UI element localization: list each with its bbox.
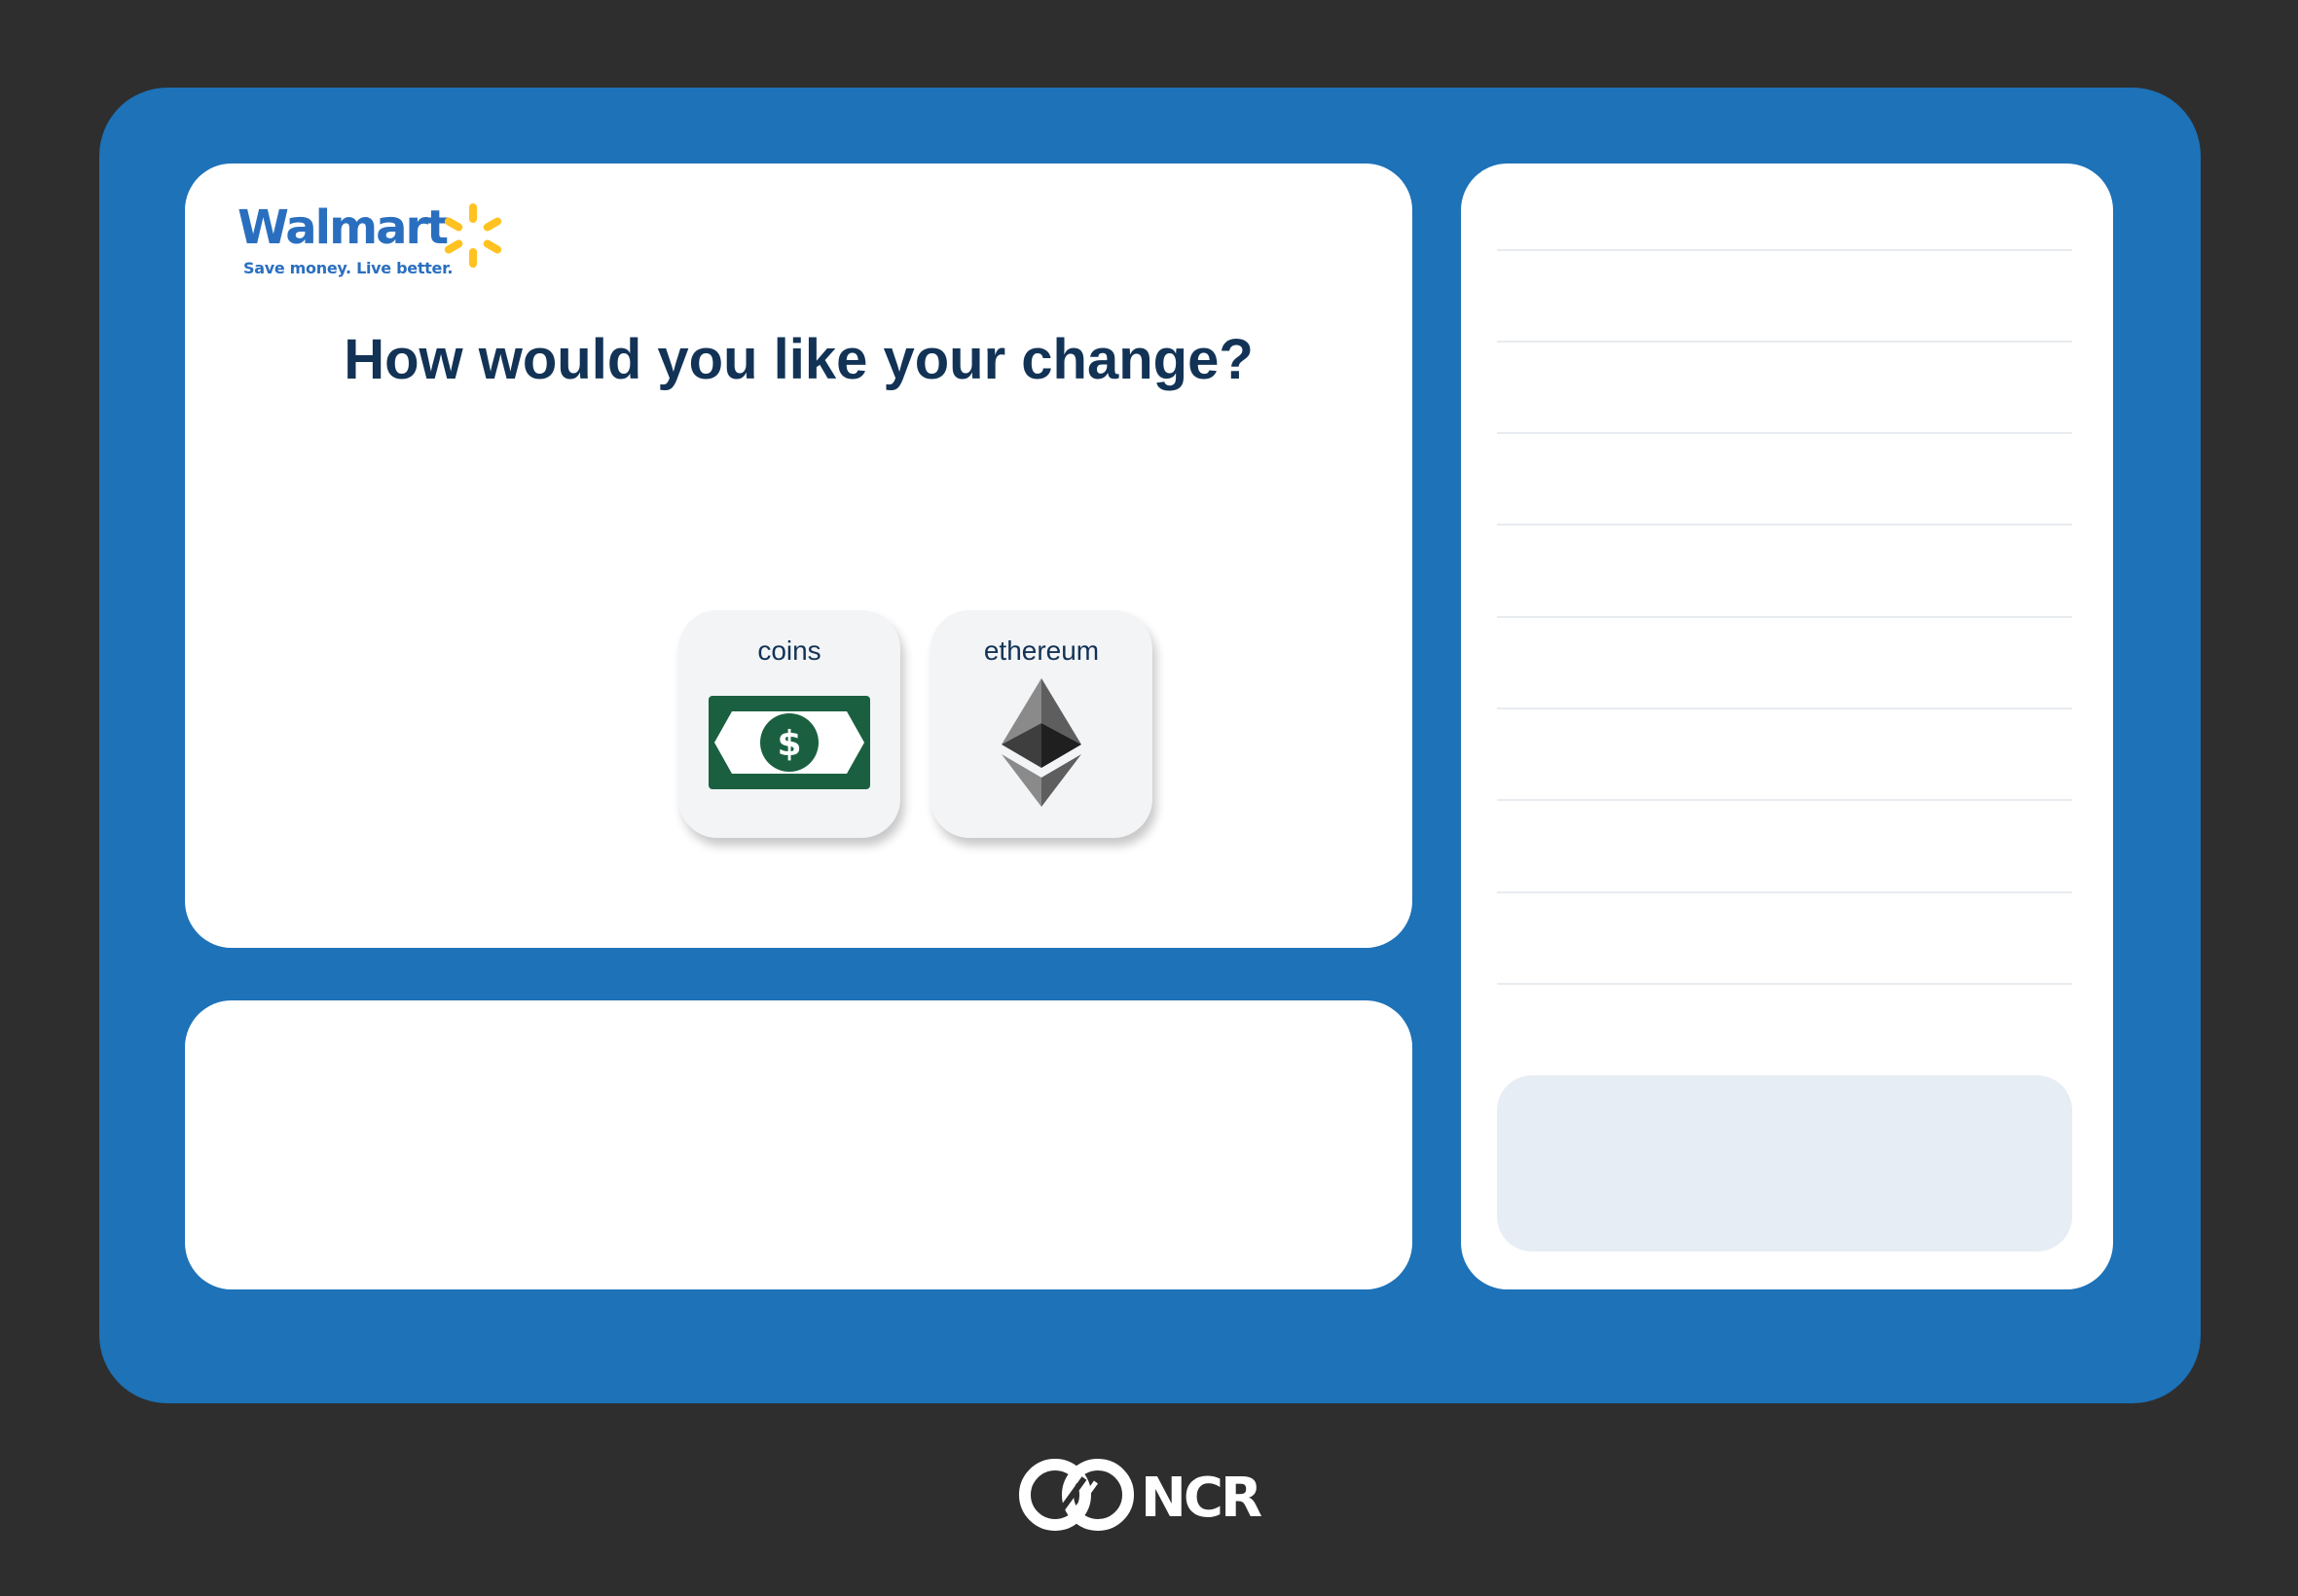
- change-prompt-title: How would you like your change?: [344, 328, 1254, 391]
- receipt-line: [1497, 616, 2072, 618]
- receipt-line: [1497, 891, 2072, 893]
- receipt-line: [1497, 341, 2072, 343]
- ncr-logo: NCR: [1016, 1457, 1279, 1533]
- walmart-wordmark: Walmart: [237, 200, 449, 255]
- walmart-logo: Walmart Save money. Live better.: [237, 200, 529, 283]
- coins-option-button[interactable]: coins $: [678, 610, 900, 838]
- receipt-line: [1497, 524, 2072, 526]
- receipt-total-box: [1497, 1075, 2072, 1251]
- ethereum-option-button[interactable]: ethereum: [930, 610, 1152, 838]
- message-panel: [185, 1000, 1412, 1289]
- ncr-rings-icon: [1019, 1459, 1134, 1531]
- receipt-line: [1497, 983, 2072, 985]
- walmart-tagline: Save money. Live better.: [243, 259, 454, 277]
- ncr-wordmark: NCR: [1141, 1467, 1262, 1530]
- receipt-line: [1497, 799, 2072, 801]
- ethereum-icon: [1002, 678, 1081, 807]
- receipt-line: [1497, 249, 2072, 251]
- receipt-line: [1497, 707, 2072, 709]
- main-panel: Walmart Save money. Live better. How wou…: [185, 163, 1412, 948]
- receipt-panel: [1461, 163, 2113, 1289]
- kiosk-screen-frame: Walmart Save money. Live better. How wou…: [99, 88, 2201, 1403]
- receipt-line: [1497, 432, 2072, 434]
- cash-bill-icon: $: [709, 696, 870, 789]
- svg-text:$: $: [777, 724, 801, 764]
- coins-option-label: coins: [757, 635, 821, 666]
- ethereum-option-label: ethereum: [983, 635, 1100, 666]
